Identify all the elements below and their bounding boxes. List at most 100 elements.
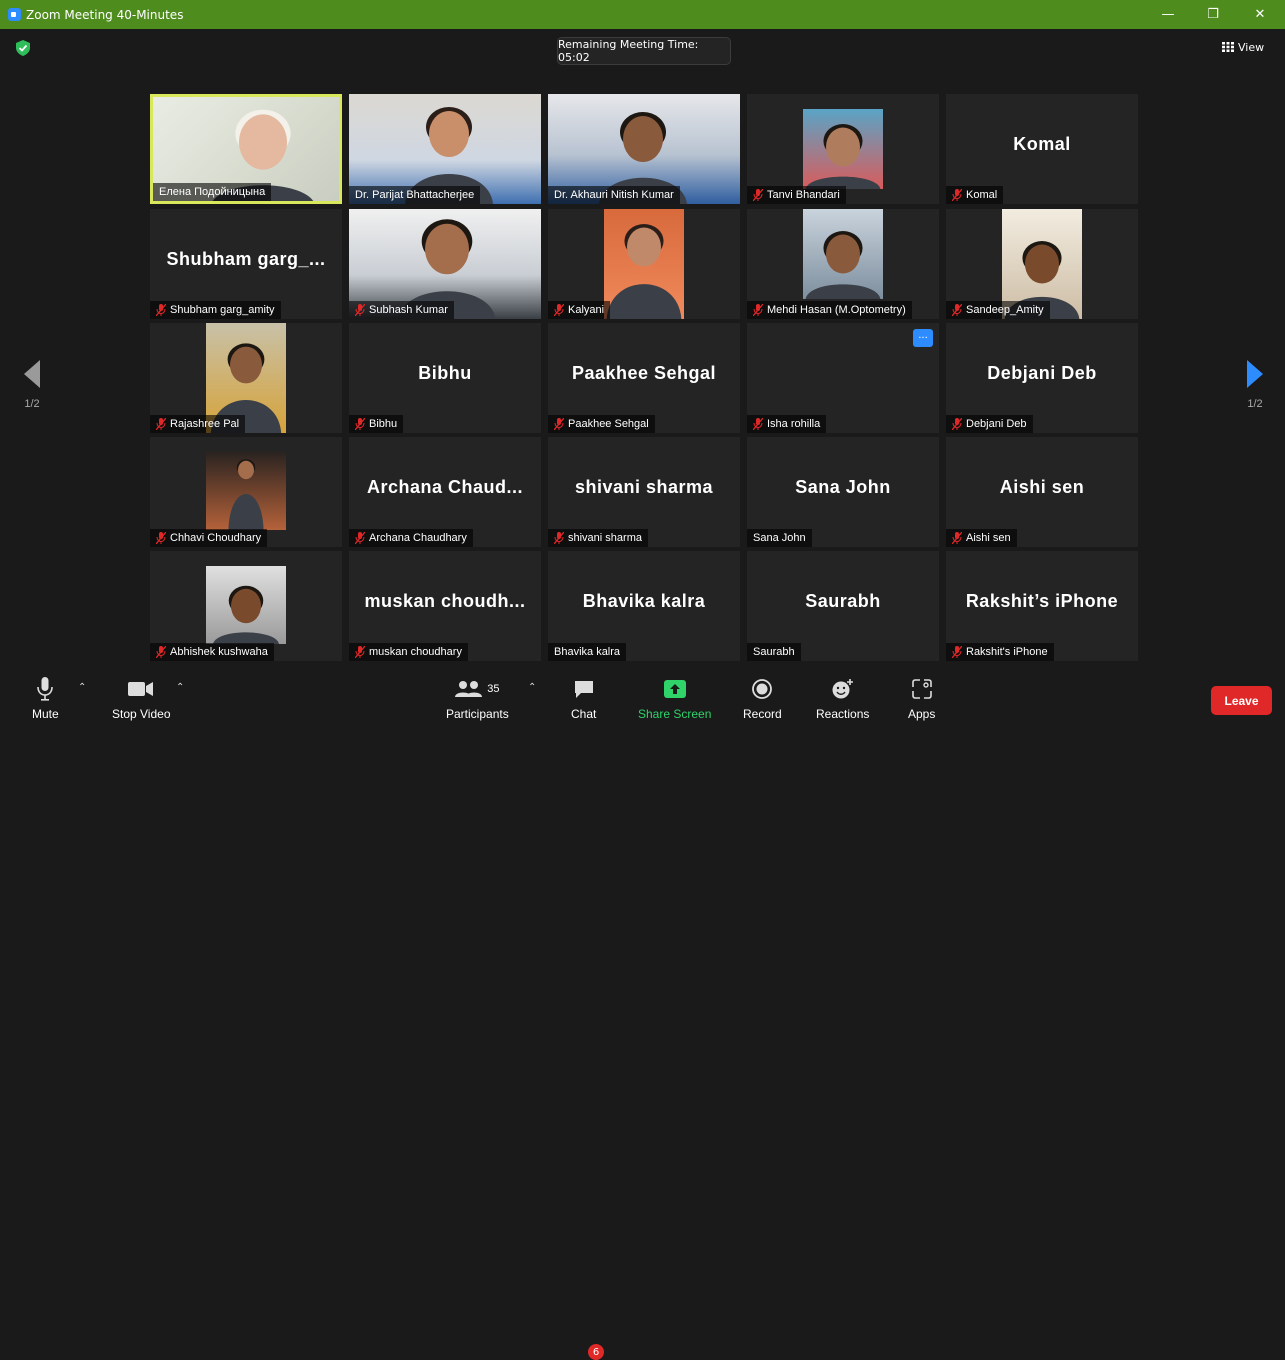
participant-tile[interactable]: ··· Isha rohilla [747, 323, 939, 433]
participant-tile[interactable]: Bibhu Bibhu [349, 323, 541, 433]
participant-tile[interactable]: Abhishek kushwaha [150, 551, 342, 661]
muted-microphone-icon [753, 189, 763, 201]
participant-tile[interactable]: Rajashree Pal [150, 323, 342, 433]
participant-video [206, 566, 286, 644]
video-options-caret[interactable]: ⌃ [176, 682, 184, 693]
participant-name-label: muskan choudhary [349, 643, 468, 661]
participant-display-name: Shubham garg_... [166, 249, 326, 269]
window-title: Zoom Meeting 40-Minutes [26, 7, 184, 22]
stop-video-button[interactable]: Stop Video [112, 676, 171, 721]
participant-display-name: Komal [1013, 134, 1071, 154]
participants-count: 35 [487, 683, 500, 695]
participant-name: Shubham garg_amity [170, 304, 275, 316]
reactions-button[interactable]: Reactions [816, 676, 869, 721]
participant-name-label: Елена Подойницына [153, 183, 272, 201]
remaining-time-indicator: Remaining Meeting Time: 05:02 [557, 37, 731, 65]
close-button[interactable]: ✕ [1240, 0, 1280, 29]
participant-name: Isha rohilla [767, 418, 821, 430]
mute-button[interactable]: Mute [32, 676, 59, 721]
participant-tile[interactable]: shivani sharma shivani sharma [548, 437, 740, 547]
next-page-button[interactable]: 1/2 [1235, 360, 1275, 410]
participant-name: Tanvi Bhandari [767, 189, 840, 201]
participant-tile[interactable]: Aishi sen Aishi sen [946, 437, 1138, 547]
shield-icon[interactable] [16, 40, 30, 56]
participant-tile[interactable]: Rakshit’s iPhone Rakshit's iPhone [946, 551, 1138, 661]
participant-tile[interactable]: Chhavi Choudhary [150, 437, 342, 547]
participant-tile[interactable]: Bhavika kalra Bhavika kalra [548, 551, 740, 661]
meeting-toolbar: Mute ⌃ Stop Video ⌃ 35 Participants ⌃ Ch… [0, 668, 1285, 1360]
participant-tile[interactable]: Kalyani [548, 209, 740, 319]
participant-video [604, 209, 684, 319]
participant-tile[interactable]: Tanvi Bhandari [747, 94, 939, 204]
chat-label: Chat [571, 707, 597, 721]
apps-label: Apps [908, 707, 936, 721]
chat-unread-badge: 6 [588, 1344, 604, 1360]
restore-button[interactable]: ❐ [1193, 0, 1233, 29]
video-camera-icon [128, 676, 154, 702]
audio-options-caret[interactable]: ⌃ [78, 682, 86, 693]
muted-microphone-icon [156, 646, 166, 658]
participant-name-label: Bhavika kalra [548, 643, 627, 661]
leave-button[interactable]: Leave [1211, 686, 1272, 715]
participant-display-name: Sana John [795, 477, 891, 497]
participant-tile[interactable]: Sana John Sana John [747, 437, 939, 547]
chevron-right-icon [1247, 360, 1263, 388]
muted-microphone-icon [156, 532, 166, 544]
participant-tile[interactable]: Komal Komal [946, 94, 1138, 204]
mute-label: Mute [32, 707, 59, 721]
reaction-smiley-icon [832, 676, 854, 702]
previous-page-button[interactable]: 1/2 [12, 360, 52, 410]
muted-microphone-icon [554, 304, 564, 316]
participant-name-label: Kalyani [548, 301, 611, 319]
participant-tile[interactable]: muskan choudh... muskan choudhary [349, 551, 541, 661]
muted-microphone-icon [952, 189, 962, 201]
record-label: Record [743, 707, 782, 721]
participant-name-label: Dr. Parijat Bhattacherjee [349, 186, 481, 204]
participant-tile[interactable]: Debjani Deb Debjani Deb [946, 323, 1138, 433]
apps-button[interactable]: Apps [908, 676, 935, 721]
participant-tile[interactable]: Sandeep_Amity [946, 209, 1138, 319]
participant-tile[interactable]: Mehdi Hasan (M.Optometry) [747, 209, 939, 319]
participants-label: Participants [446, 707, 509, 721]
participant-tile[interactable]: Елена Подойницына [150, 94, 342, 204]
chevron-left-icon [24, 360, 40, 388]
participants-options-caret[interactable]: ⌃ [528, 682, 536, 693]
participant-video [206, 452, 286, 530]
participant-name: Dr. Parijat Bhattacherjee [355, 189, 475, 201]
chat-button[interactable]: Chat [571, 676, 596, 721]
record-icon [752, 676, 773, 702]
view-label: View [1238, 40, 1265, 54]
participants-icon: 35 [455, 676, 499, 702]
participants-button[interactable]: 35 Participants [446, 676, 509, 721]
more-options-button[interactable]: ··· [913, 329, 933, 347]
muted-microphone-icon [554, 532, 564, 544]
minimize-button[interactable]: — [1148, 0, 1188, 29]
participant-tile[interactable]: Subhash Kumar [349, 209, 541, 319]
participant-display-name: Saurabh [805, 591, 881, 611]
participant-display-name: Archana Chaud... [366, 477, 524, 497]
participant-tile[interactable]: Shubham garg_... Shubham garg_amity [150, 209, 342, 319]
participant-display-name: Rakshit’s iPhone [965, 591, 1119, 611]
participant-display-name: Bibhu [418, 363, 472, 383]
participant-name: Komal [966, 189, 998, 201]
view-button[interactable]: View [1222, 37, 1274, 57]
participant-name-label: Paakhee Sehgal [548, 415, 655, 433]
participant-name: Rakshit's iPhone [966, 646, 1048, 658]
participant-name-label: shivani sharma [548, 529, 648, 547]
participant-tile[interactable]: Archana Chaud... Archana Chaudhary [349, 437, 541, 547]
participant-tile[interactable]: Paakhee Sehgal Paakhee Sehgal [548, 323, 740, 433]
participant-tile[interactable]: Dr. Akhauri Nitish Kumar [548, 94, 740, 204]
muted-microphone-icon [753, 304, 763, 316]
share-screen-icon [663, 676, 686, 702]
share-screen-button[interactable]: Share Screen [638, 676, 711, 721]
participant-name-label: Tanvi Bhandari [747, 186, 846, 204]
participant-name: Abhishek kushwaha [170, 646, 268, 658]
participant-tile[interactable]: Dr. Parijat Bhattacherjee [349, 94, 541, 204]
record-button[interactable]: Record [743, 676, 782, 721]
participant-name: muskan choudhary [369, 646, 462, 658]
participant-tile[interactable]: Saurabh Saurabh [747, 551, 939, 661]
participant-video [803, 209, 883, 299]
participant-name: Елена Подойницына [159, 186, 266, 198]
participant-name-label: Mehdi Hasan (M.Optometry) [747, 301, 912, 319]
participant-name-label: Dr. Akhauri Nitish Kumar [548, 186, 680, 204]
